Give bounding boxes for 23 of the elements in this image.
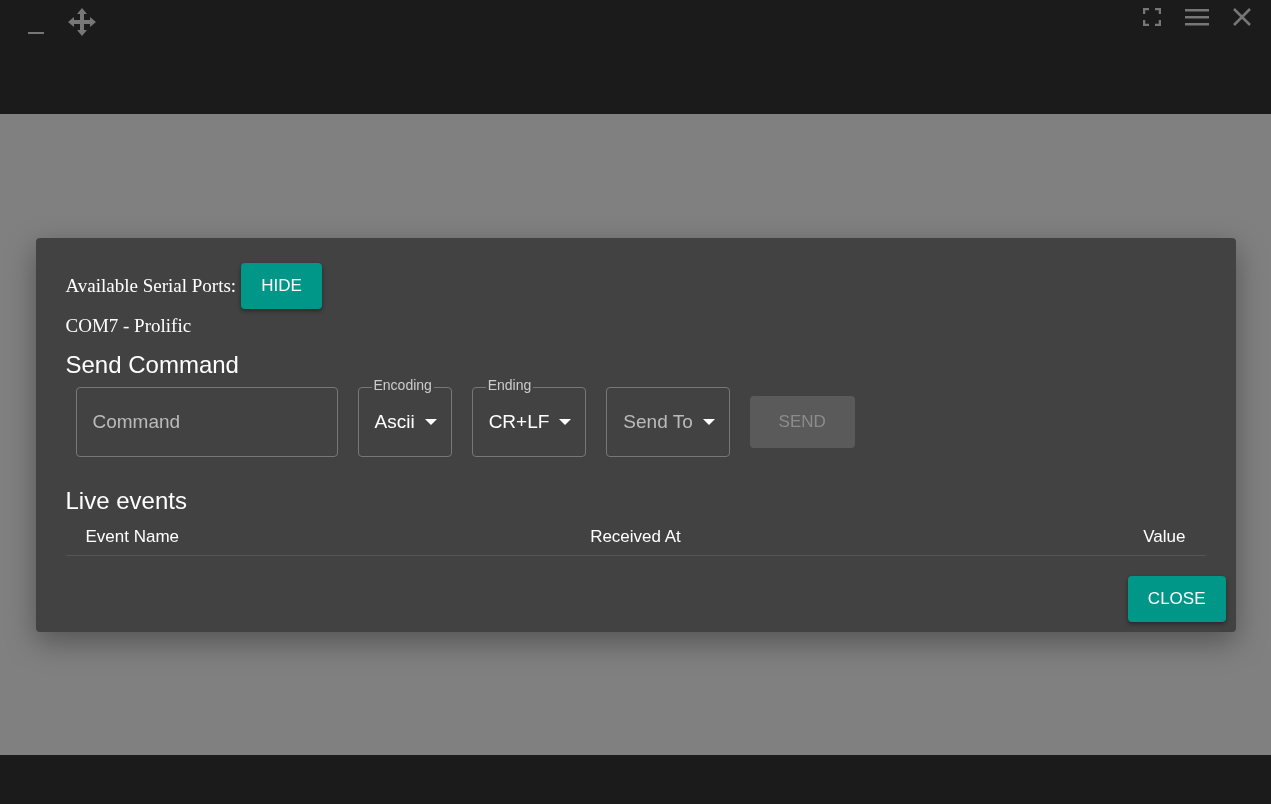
serial-port-item: COM7 - Prolific <box>65 314 193 337</box>
select-value: CR+LF <box>488 410 550 433</box>
menu-icon[interactable] <box>1185 8 1209 26</box>
select-label: Ending <box>485 376 534 393</box>
live-events-title: Live events <box>65 486 188 515</box>
caret-icon <box>424 418 437 425</box>
fullscreen-icon[interactable] <box>1143 8 1161 26</box>
serial-ports-label: Available Serial Ports: <box>65 274 237 297</box>
close-icon[interactable] <box>1233 8 1251 26</box>
column-header: Value <box>1142 526 1186 547</box>
command-field[interactable]: Command <box>75 386 338 457</box>
send-command-title: Send Command <box>65 350 240 379</box>
move-icon[interactable] <box>68 8 96 36</box>
select-value: Send To <box>623 410 693 433</box>
column-header: Received At <box>589 526 682 547</box>
select-label: Encoding <box>371 376 434 393</box>
hide-button[interactable]: HIDE <box>241 262 322 309</box>
column-header: Event Name <box>85 526 181 547</box>
caret-icon <box>702 418 715 425</box>
select-value: Ascii <box>374 410 415 433</box>
close-button[interactable]: CLOSE <box>1127 575 1226 622</box>
select-field[interactable]: Send To <box>606 386 730 457</box>
caret-icon <box>559 418 572 425</box>
